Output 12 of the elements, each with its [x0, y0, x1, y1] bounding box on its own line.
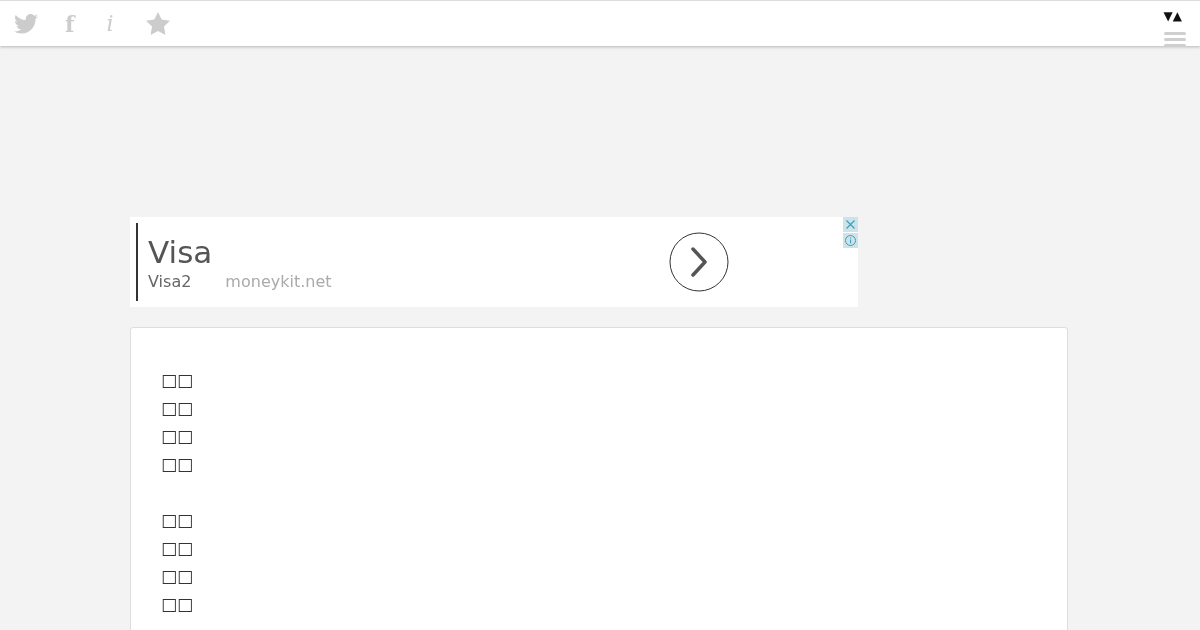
star-icon[interactable] [145, 12, 170, 35]
ad-title[interactable]: Visa [148, 232, 213, 271]
ad-subtitle: Visa2 [148, 271, 192, 292]
toggle-button[interactable]: ▼▲ [1163, 8, 1182, 24]
ad-domain: moneykit.net [225, 271, 332, 292]
close-icon[interactable] [843, 217, 858, 232]
article-paragraph: □□ □□ □□ □□ [161, 509, 194, 616]
chevron-circle-button[interactable] [669, 232, 729, 292]
article-paragraph: □□ □□ □□ □□ [161, 369, 194, 476]
menu-icon[interactable] [1164, 32, 1186, 47]
bird-icon[interactable] [14, 13, 38, 34]
info-icon[interactable] [843, 233, 858, 248]
